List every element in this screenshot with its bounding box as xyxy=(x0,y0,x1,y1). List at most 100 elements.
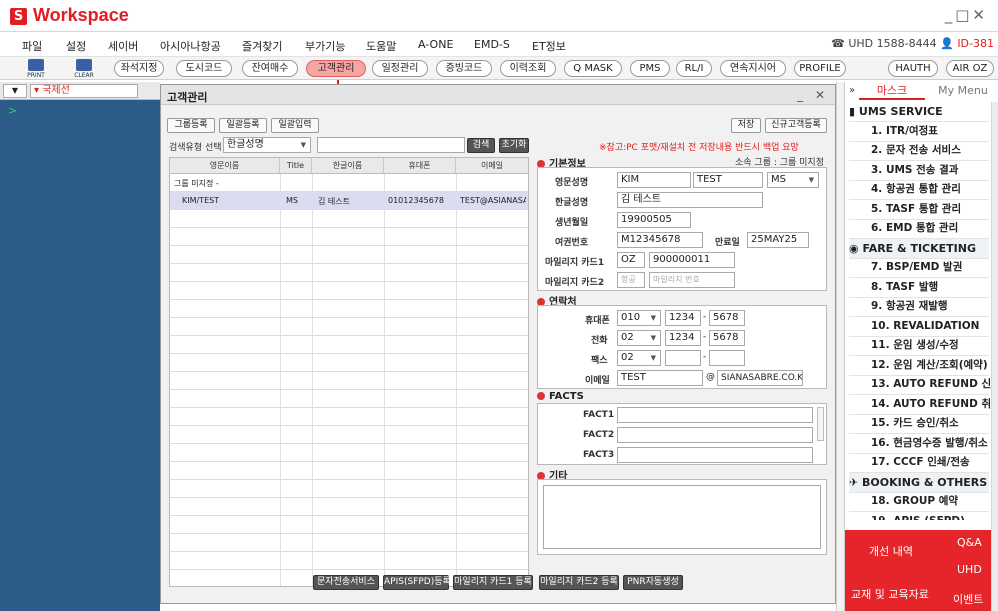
improvement-link[interactable]: 개선 내역 xyxy=(869,543,913,559)
tab-mask[interactable]: 마스크 xyxy=(859,82,925,100)
education-link[interactable]: 교재 및 교육자료 xyxy=(851,586,929,602)
fax-prefix-select[interactable]: 02 ▼ xyxy=(617,350,661,366)
etc-textarea[interactable] xyxy=(543,485,821,549)
email-id-field[interactable]: TEST xyxy=(617,370,703,386)
pill-sequence[interactable]: 연속지시어 xyxy=(720,60,786,77)
search-button[interactable]: 검색 xyxy=(467,138,495,153)
col-mobile[interactable]: 휴대폰 xyxy=(384,158,456,174)
tab-my-menu[interactable]: My Menu xyxy=(929,82,997,100)
list-item[interactable]: 6. EMD 통합 관리 xyxy=(871,219,958,238)
search-type-select[interactable]: 한글성명 ▼ xyxy=(223,137,311,153)
search-input[interactable] xyxy=(317,137,465,153)
pill-rli[interactable]: RL/I xyxy=(676,60,712,77)
list-item[interactable]: 10. REVALIDATION xyxy=(871,317,979,336)
mileage1-number-field[interactable]: 900000011 xyxy=(649,252,735,268)
clear-button[interactable]: CLEAR xyxy=(70,59,98,79)
menu-et-info[interactable]: ET정보 xyxy=(532,38,566,54)
bulk-input-button[interactable]: 일괄입력 xyxy=(271,118,319,133)
mileage2-number-field[interactable]: 마일리지 번호 xyxy=(649,272,735,288)
col-kor-name[interactable]: 한글이름 xyxy=(312,158,384,174)
uhd-link[interactable]: UHD xyxy=(957,563,982,576)
col-eng-name[interactable]: 영문이름 xyxy=(170,158,280,174)
first-name-field[interactable]: TEST xyxy=(693,172,763,188)
list-item[interactable]: 13. AUTO REFUND 신청 xyxy=(871,375,991,394)
terminal-pane[interactable] xyxy=(0,82,160,611)
pill-profile[interactable]: PROFILE xyxy=(794,60,846,77)
menu-asiana[interactable]: 아시아나항공 xyxy=(160,38,221,54)
terminal-dropdown[interactable]: ▼ xyxy=(3,84,27,98)
fax-last-field[interactable] xyxy=(709,350,745,366)
pill-q-mask[interactable]: Q MASK xyxy=(564,60,622,77)
list-item[interactable]: 2. 문자 전송 서비스 xyxy=(871,141,961,160)
pill-hauth[interactable]: HAUTH xyxy=(888,60,938,77)
list-item[interactable]: 15. 카드 승인/취소 xyxy=(871,414,959,433)
birth-field[interactable]: 19900505 xyxy=(617,212,691,228)
email-domain-field[interactable]: SIANASABRE.CO.KR xyxy=(717,370,803,386)
window-controls[interactable]: _□✕ xyxy=(945,6,988,24)
list-item[interactable]: 5. TASF 통합 관리 xyxy=(871,200,961,219)
sms-service-button[interactable]: 문자전송서비스 xyxy=(313,575,379,590)
menu-sabre[interactable]: 세이버 xyxy=(108,38,138,54)
dialog-window-controls[interactable]: _ ✕ xyxy=(797,88,829,102)
right-scrollbar[interactable] xyxy=(991,102,998,611)
mobile-mid-field[interactable]: 1234 xyxy=(665,310,701,326)
passport-field[interactable]: M12345678 xyxy=(617,232,703,248)
fact2-field[interactable] xyxy=(617,427,813,443)
mileage1-register-button[interactable]: 마일리지 카드1 등록 xyxy=(453,575,533,590)
list-item[interactable]: 18. GROUP 예약 xyxy=(871,492,958,511)
pill-schedule[interactable]: 일정관리 xyxy=(372,60,428,77)
pill-customer[interactable]: 고객관리 xyxy=(306,60,366,77)
menu-a-one[interactable]: A-ONE xyxy=(418,38,453,51)
list-item[interactable]: 3. UMS 전송 결과 xyxy=(871,161,958,180)
apis-register-button[interactable]: APIS(SFPD)등록 xyxy=(383,575,451,590)
phone-last-field[interactable]: 5678 xyxy=(709,330,745,346)
menu-file[interactable]: 파일 xyxy=(22,38,42,54)
list-item[interactable]: 9. 항공권 재발행 xyxy=(871,297,948,316)
new-customer-button[interactable]: 신규고객등록 xyxy=(765,118,827,133)
table-row[interactable]: KIM/TEST MS 김 테스트 01012345678 TEST@ASIAN… xyxy=(170,192,528,210)
group-register-button[interactable]: 그룹등록 xyxy=(167,118,215,133)
pill-pms[interactable]: PMS xyxy=(630,60,670,77)
pill-history[interactable]: 이력조회 xyxy=(500,60,556,77)
list-item[interactable]: 8. TASF 발행 xyxy=(871,278,938,297)
title-select[interactable]: MS ▼ xyxy=(767,172,819,188)
expiry-field[interactable]: 25MAY25 xyxy=(747,232,809,248)
terminal-region-select[interactable]: ▾ 국제선 xyxy=(30,84,138,98)
list-item[interactable]: 7. BSP/EMD 발권 xyxy=(871,258,962,277)
phone-mid-field[interactable]: 1234 xyxy=(665,330,701,346)
col-title[interactable]: Title xyxy=(280,158,312,174)
menu-emd-s[interactable]: EMD-S xyxy=(474,38,510,51)
col-email[interactable]: 이메일 xyxy=(456,158,528,174)
menu-favorites[interactable]: 즐겨찾기 xyxy=(242,38,282,54)
collapse-icon[interactable]: » xyxy=(845,82,859,100)
event-link[interactable]: 이벤트 xyxy=(953,591,983,607)
mobile-prefix-select[interactable]: 010 ▼ xyxy=(617,310,661,326)
list-item[interactable]: 19. APIS (SFPD) xyxy=(871,512,965,521)
menu-settings[interactable]: 설정 xyxy=(66,38,86,54)
fax-mid-field[interactable] xyxy=(665,350,701,366)
pill-air-oz[interactable]: AIR OZ xyxy=(946,60,994,77)
last-name-field[interactable]: KIM xyxy=(617,172,691,188)
list-item[interactable]: 12. 운임 계산/조회(예약) xyxy=(871,356,988,375)
list-item[interactable]: 1. ITR/여정표 xyxy=(871,122,938,141)
mileage2-register-button[interactable]: 마일리지 카드2 등록 xyxy=(539,575,619,590)
fact3-field[interactable] xyxy=(617,447,813,463)
pill-city-code[interactable]: 도시코드 xyxy=(176,60,232,77)
pill-evidence[interactable]: 증빙코드 xyxy=(436,60,492,77)
save-button[interactable]: 저장 xyxy=(731,118,761,133)
kor-name-field[interactable]: 김 테스트 xyxy=(617,192,763,208)
pill-seat[interactable]: 좌석지정 xyxy=(114,60,164,77)
mileage1-airline-field[interactable]: OZ xyxy=(617,252,645,268)
list-item[interactable]: 17. CCCF 인쇄/전송 xyxy=(871,453,970,472)
list-item[interactable]: 11. 운임 생성/수정 xyxy=(871,336,959,355)
splitter-scrollbar[interactable] xyxy=(836,82,844,611)
menu-help[interactable]: 도움말 xyxy=(366,38,396,54)
menu-addons[interactable]: 부가기능 xyxy=(305,38,345,54)
print-button[interactable]: PRINT xyxy=(22,59,50,79)
pill-remaining[interactable]: 잔여매수 xyxy=(242,60,298,77)
mileage2-airline-field[interactable]: 항공 xyxy=(617,272,645,288)
mobile-last-field[interactable]: 5678 xyxy=(709,310,745,326)
pnr-auto-create-button[interactable]: PNR자동생성 xyxy=(623,575,683,590)
bulk-register-button[interactable]: 일괄등록 xyxy=(219,118,267,133)
list-item[interactable]: 14. AUTO REFUND 취소 xyxy=(871,395,991,414)
